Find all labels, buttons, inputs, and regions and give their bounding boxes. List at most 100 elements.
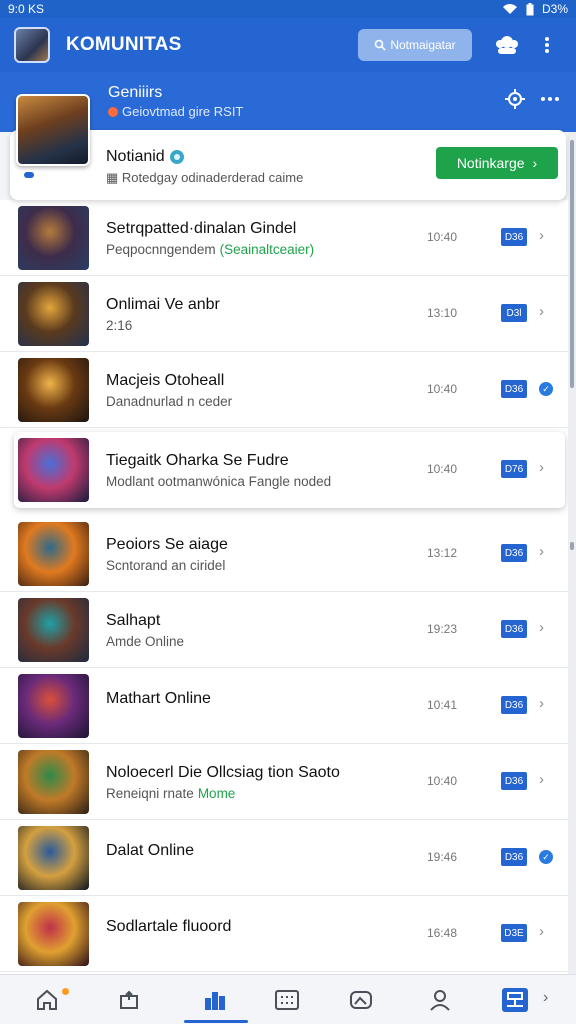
list-item-time: 10:40 — [427, 230, 458, 244]
list-item-subtitle: Scntorand an ciridel — [106, 558, 225, 573]
game-thumbnail — [18, 438, 89, 502]
settings-icon[interactable] — [504, 88, 526, 110]
list-item-title: Mathart Online — [106, 690, 211, 707]
more-horizontal-icon[interactable] — [540, 88, 560, 110]
list-item-subtitle: Danadnurlad n ceder — [106, 394, 232, 409]
chevron-right-icon[interactable]: › — [539, 227, 544, 244]
chevron-right-icon[interactable]: › — [539, 695, 544, 712]
list-item-subtitle-highlight: Mome — [197, 786, 236, 801]
list-item-subtitle-text: Scntorand an ciridel — [106, 558, 226, 573]
list-item-time: 13:10 — [427, 306, 458, 320]
app-title: KOMUNITAS — [66, 34, 182, 55]
header-actions — [504, 88, 560, 110]
list-item[interactable]: Onlimai Ve anbr 2:16 13:10 D3l › — [0, 276, 568, 352]
game-thumbnail — [18, 358, 89, 422]
list-item[interactable]: Macjeis Otoheall Danadnurlad n ceder 10:40… — [0, 352, 568, 428]
community-list: Setrqpatted·dinalan Gindel Peqpocnngendem… — [0, 200, 568, 974]
nav-board[interactable] — [500, 985, 530, 1015]
list-item[interactable]: Sodlartale fluoord 16:48 D3E › — [0, 896, 568, 972]
board-icon — [502, 988, 528, 1012]
list-item-badge: D36 — [501, 228, 527, 246]
community-subtitle-text: Geiovtmad gire RSIT — [122, 104, 244, 119]
chevron-right-icon[interactable]: › — [539, 543, 544, 560]
notification-indicator — [24, 172, 34, 178]
search-button[interactable]: Notmaigatar — [358, 29, 472, 61]
list-item-time: 10:41 — [427, 698, 458, 712]
notification-subtitle-row: ▦ Rotedgay odinaderderad caime — [106, 170, 303, 186]
list-item-badge: D36 — [501, 848, 527, 866]
chevron-right-icon[interactable]: › — [539, 771, 544, 788]
list-item-badge: D36 — [501, 696, 527, 714]
list-item[interactable]: Peoiors Se aiage Scntorand an ciridel 13:1… — [0, 516, 568, 592]
list-item-time: 19:23 — [427, 622, 458, 636]
share-icon — [120, 990, 138, 1009]
community-subtitle: Geiovtmad gire RSIT — [108, 104, 243, 119]
nav-active-indicator — [184, 1020, 248, 1023]
list-item-subtitle-text: Amde Online — [106, 634, 185, 649]
list-item-subtitle: 2:16 — [106, 318, 132, 333]
status-time: 9:0 KS — [8, 2, 45, 16]
chevron-right-icon[interactable]: › — [539, 459, 544, 476]
list-item-title: Peoiors Se aiage — [106, 536, 228, 553]
nav-community[interactable] — [200, 985, 230, 1015]
list-item[interactable]: Salhapt Amde Online 19:23 D36 › — [0, 592, 568, 668]
more-options-button[interactable] — [532, 30, 562, 60]
chevron-right-icon[interactable]: › — [539, 619, 544, 636]
list-item-time: 10:40 — [427, 462, 458, 476]
community-name: Geniiirs — [108, 84, 163, 101]
list-item-time: 16:48 — [427, 926, 458, 940]
list-item[interactable]: Tiegaitk Oharka Se Fudre Modlant ootmanwó… — [14, 432, 565, 508]
chevron-right-icon[interactable]: › — [539, 923, 544, 940]
list-item[interactable]: Noloecerl Die Ollcsiag tion Saoto Reneiqn… — [0, 744, 568, 820]
list-item-subtitle-text: Peqpocnngendem — [106, 242, 216, 257]
nav-more-chevron[interactable]: › — [543, 989, 548, 1007]
status-icons: D3% — [502, 2, 568, 16]
list-item[interactable]: Mathart Online 10:41 D36 › — [0, 668, 568, 744]
list-item-subtitle-text: Reneiqni rnate — [106, 786, 194, 801]
scrollbar[interactable] — [568, 132, 576, 974]
list-item-title: Noloecerl Die Ollcsiag tion Saoto — [106, 764, 340, 781]
chevron-right-icon[interactable]: › — [539, 303, 544, 320]
scrollbar-thumb[interactable] — [570, 140, 574, 388]
notification-dot — [62, 988, 69, 995]
nav-home[interactable] — [32, 985, 62, 1015]
home-icon — [37, 989, 57, 1010]
list-item-time: 19:46 — [427, 850, 458, 864]
grid-icon — [275, 990, 299, 1010]
list-item-badge: D3E — [501, 924, 527, 942]
nav-share[interactable] — [114, 985, 144, 1015]
photo-icon — [350, 991, 372, 1009]
search-label: Notmaigatar — [390, 38, 456, 52]
profile-icon — [430, 990, 450, 1011]
notification-title-row: Notianid — [106, 148, 185, 166]
list-item-badge: D36 — [501, 772, 527, 790]
game-thumbnail — [18, 282, 89, 346]
list-item-title: Macjeis Otoheall — [106, 372, 225, 389]
game-thumbnail — [18, 902, 89, 966]
list-item[interactable]: Setrqpatted·dinalan Gindel Peqpocnngendem… — [0, 200, 568, 276]
scrollbar-marker — [570, 542, 574, 550]
app-avatar[interactable] — [14, 27, 50, 63]
community-settings-button[interactable] — [492, 30, 522, 60]
list-item-subtitle: Reneiqni rnate Mome — [106, 786, 235, 801]
notification-card[interactable]: Notianid ▦ Rotedgay odinaderderad caime … — [10, 130, 566, 200]
live-dot-icon — [108, 106, 118, 117]
list-item-badge: D36 — [501, 544, 527, 562]
list-item[interactable]: Dalat Online 19:46 D36 ✓ — [0, 820, 568, 896]
game-thumbnail — [18, 206, 89, 270]
game-thumbnail — [18, 750, 89, 814]
notification-title: Notianid — [106, 148, 165, 165]
battery-level: D3% — [541, 2, 568, 16]
list-item-subtitle: Amde Online — [106, 634, 184, 649]
nav-grid[interactable] — [272, 985, 302, 1015]
check-circle-icon[interactable]: ✓ — [539, 850, 553, 864]
list-item-time: 10:40 — [427, 774, 458, 788]
list-item-title: Salhapt — [106, 612, 161, 629]
list-item-subtitle: Peqpocnngendem (Seainaltceaier) — [106, 242, 314, 257]
nav-photo[interactable] — [346, 985, 376, 1015]
more-vertical-icon — [545, 37, 549, 53]
nav-profile[interactable] — [425, 985, 455, 1015]
notification-button[interactable]: Notinkarge › — [436, 147, 558, 179]
game-thumbnail — [18, 674, 89, 738]
check-circle-icon[interactable]: ✓ — [539, 382, 553, 396]
